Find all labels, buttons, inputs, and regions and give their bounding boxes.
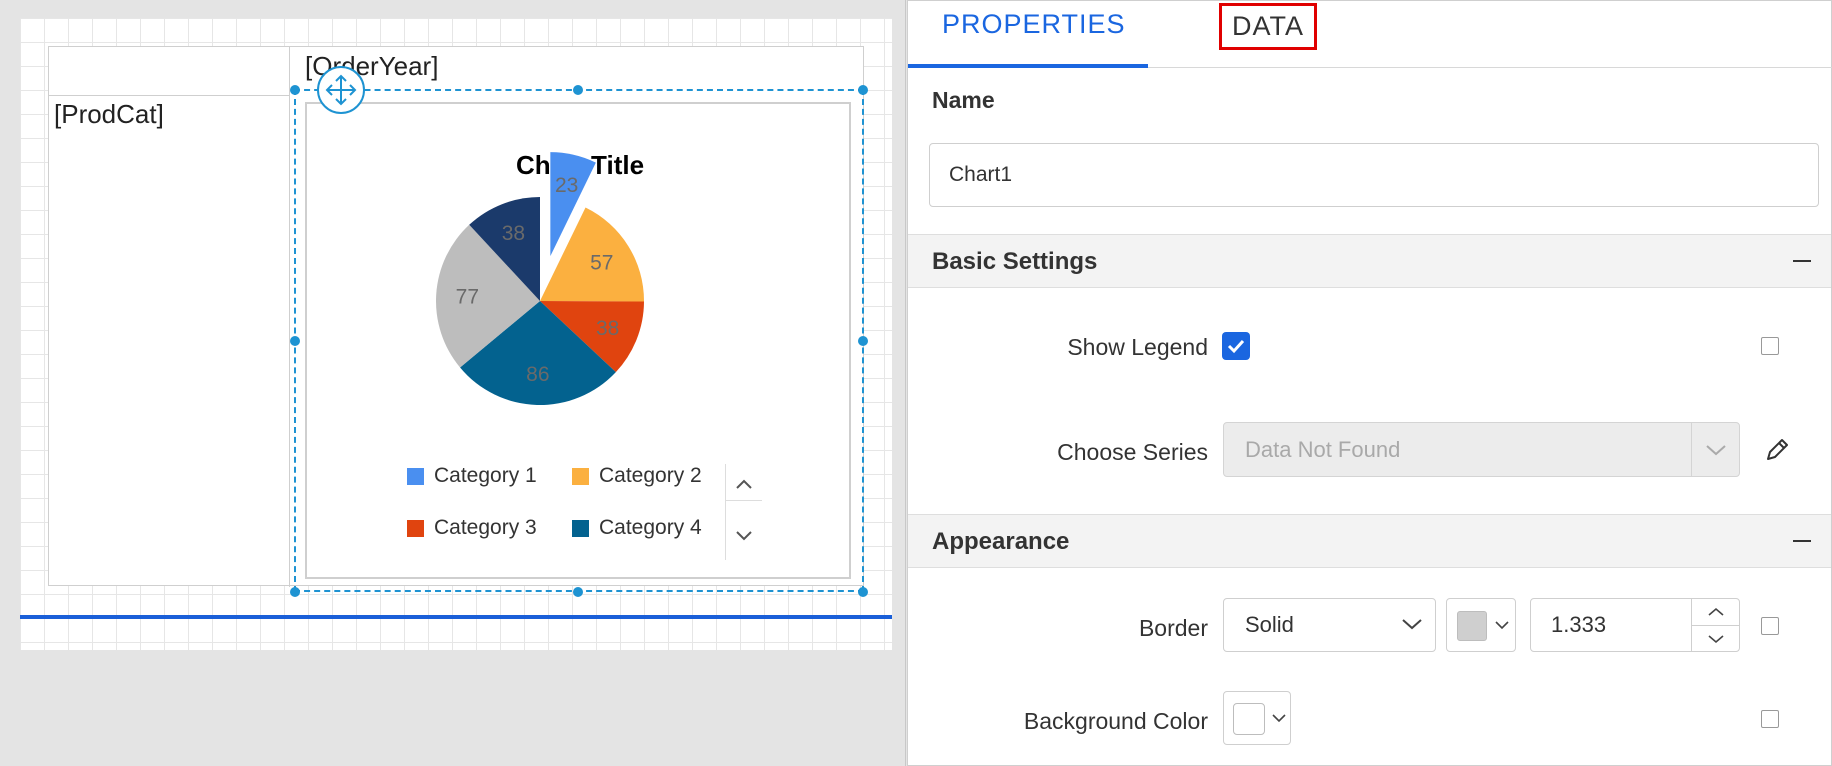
legend-label: Category 2 — [599, 464, 702, 487]
choose-series-dropdown[interactable]: Data Not Found — [1223, 422, 1740, 477]
border-label: Border — [1138, 615, 1208, 641]
legend-scroller-divider — [726, 500, 762, 501]
legend-swatch — [572, 519, 589, 537]
chevron-down-icon[interactable] — [1495, 620, 1509, 630]
collapse-icon[interactable] — [1793, 260, 1811, 262]
border-color-picker[interactable] — [1446, 598, 1516, 652]
border-width-stepper[interactable]: 1.333 — [1530, 598, 1740, 652]
resize-handle-bottom-right[interactable] — [858, 587, 868, 597]
checkmark-icon — [1227, 339, 1245, 354]
border-reset-checkbox[interactable] — [1761, 617, 1779, 635]
chevron-down-icon[interactable] — [1401, 617, 1423, 631]
show-legend-label: Show Legend — [1067, 334, 1208, 360]
resize-handle-top-right[interactable] — [858, 85, 868, 95]
report-designer-surface: [OrderYear] [ProdCat] Chart Title 23 57 38… — [0, 0, 906, 766]
edit-series-button[interactable] — [1761, 434, 1793, 466]
chevron-down-icon[interactable] — [1692, 626, 1739, 652]
background-color-picker[interactable] — [1223, 691, 1291, 745]
resize-handle-bottom-left[interactable] — [290, 587, 300, 597]
legend-swatch — [407, 467, 424, 485]
data-label: 57 — [590, 252, 613, 275]
resize-handle-left[interactable] — [290, 336, 300, 346]
tab-properties[interactable]: PROPERTIES — [942, 9, 1126, 40]
chart-legend: Category 1 Category 2 Category 3 Categor… — [407, 464, 747, 562]
tab-data[interactable]: DATA — [1219, 3, 1318, 50]
data-label: 38 — [596, 317, 619, 340]
panel-tabs: PROPERTIES DATA — [908, 1, 1832, 68]
properties-panel: PROPERTIES DATA Name Basic Settings Show… — [907, 0, 1832, 766]
legend-scroller[interactable] — [725, 464, 762, 560]
show-legend-checkbox[interactable] — [1222, 332, 1250, 360]
background-color-label: Background Color — [1023, 708, 1208, 734]
legend-item: Category 1 — [407, 464, 537, 488]
data-label: 38 — [502, 222, 525, 245]
background-color-reset-checkbox[interactable] — [1761, 710, 1779, 728]
move-icon[interactable] — [317, 66, 365, 114]
resize-handle-top[interactable] — [573, 85, 583, 95]
border-style-value: Solid — [1245, 612, 1294, 637]
row-group-header[interactable]: [ProdCat] — [54, 99, 164, 130]
legend-label: Category 3 — [434, 516, 537, 539]
resize-handle-right[interactable] — [858, 336, 868, 346]
resize-handle-bottom[interactable] — [573, 587, 583, 597]
appearance-title: Appearance — [932, 528, 1070, 555]
legend-swatch — [572, 467, 589, 485]
basic-settings-title: Basic Settings — [932, 248, 1098, 275]
legend-item: Category 3 — [407, 516, 537, 540]
collapse-icon[interactable] — [1793, 540, 1811, 542]
show-legend-reset-checkbox[interactable] — [1761, 337, 1779, 355]
tablix-column-divider — [289, 47, 290, 587]
basic-settings-header[interactable]: Basic Settings — [908, 234, 1831, 288]
active-tab-indicator — [908, 64, 1148, 68]
report-body-boundary[interactable] — [20, 615, 892, 619]
choose-series-value: Data Not Found — [1245, 437, 1401, 462]
resize-handle-top-left[interactable] — [290, 85, 300, 95]
chevron-down-icon[interactable] — [734, 526, 754, 546]
chevron-up-icon[interactable] — [1692, 599, 1739, 625]
appearance-header[interactable]: Appearance — [908, 514, 1831, 568]
border-width-value[interactable]: 1.333 — [1551, 612, 1606, 638]
border-color-swatch — [1457, 611, 1487, 641]
data-label: 77 — [456, 285, 479, 308]
chevron-down-icon[interactable] — [1691, 423, 1739, 476]
pie-chart[interactable]: Chart Title 23 57 38 86 77 38 Category 1 Cate… — [305, 102, 851, 579]
choose-series-label: Choose Series — [1057, 439, 1208, 465]
data-label: 23 — [555, 174, 578, 197]
border-style-dropdown[interactable]: Solid — [1223, 598, 1436, 652]
legend-item: Category 2 — [572, 464, 702, 488]
data-label: 86 — [526, 363, 549, 386]
border-width-spinner — [1691, 599, 1739, 651]
background-color-swatch — [1233, 703, 1265, 735]
legend-item: Category 4 — [572, 516, 702, 540]
pie-plot-area: 23 57 38 86 77 38 — [436, 152, 644, 406]
chevron-up-icon[interactable] — [734, 474, 754, 494]
legend-swatch — [407, 519, 424, 537]
legend-label: Category 1 — [434, 464, 537, 487]
legend-label: Category 4 — [599, 516, 702, 539]
pencil-icon — [1767, 439, 1788, 460]
tablix-row-divider — [49, 95, 289, 96]
name-label: Name — [932, 87, 995, 113]
name-input[interactable] — [929, 143, 1819, 207]
chevron-down-icon[interactable] — [1272, 713, 1286, 723]
